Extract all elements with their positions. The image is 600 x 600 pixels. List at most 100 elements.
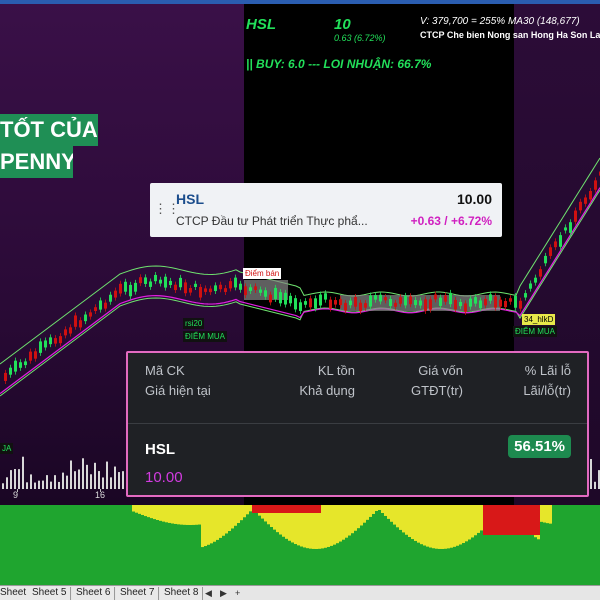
flow-bar-red [312, 505, 315, 513]
flow-bar-yellow [543, 505, 546, 523]
flow-bar-yellow [177, 505, 180, 525]
candle-body [184, 282, 187, 294]
flow-bar-green [51, 505, 54, 585]
candle-body [49, 337, 52, 345]
flow-bar-yellow [231, 505, 234, 529]
flow-bar-green [63, 505, 66, 585]
flow-bar-green [138, 505, 141, 585]
flow-bar-green [99, 505, 102, 585]
candle-body [574, 210, 577, 222]
volume-bar [98, 471, 100, 489]
header-gia-von: Giá vốn [418, 363, 463, 378]
candle-body [269, 294, 272, 303]
portfolio-panel: Mã CK Giá hiện tại KL tồn Khả dụng Giá v… [126, 351, 589, 497]
candle-body [529, 283, 532, 289]
flow-bar-yellow [450, 505, 453, 548]
candle-body [459, 301, 462, 307]
flow-bar-red [285, 505, 288, 513]
candle-body [14, 360, 17, 372]
flow-bar-red [300, 505, 303, 513]
candle-body [439, 297, 442, 306]
flow-bar-green [570, 505, 573, 585]
sheet-tab-8[interactable]: Sheet 8 [160, 587, 204, 600]
volume-bar [22, 456, 24, 489]
flow-bar-red [510, 505, 513, 535]
candle-body [199, 286, 202, 298]
chart-screen: HSL 10 0.63 (6.72%) V: 379,700 = 255% MA… [0, 0, 600, 600]
flow-bar-green [126, 505, 129, 585]
flow-bar-green [60, 505, 63, 585]
candle-body [514, 295, 517, 308]
candle-body [504, 301, 507, 308]
header-ma-ck: Mã CK [145, 363, 185, 378]
flow-bar-green [3, 505, 6, 585]
flow-bar-yellow [138, 505, 141, 514]
flow-bar-red [537, 505, 540, 535]
flow-bar-green [114, 505, 117, 585]
flow-bar-red [261, 505, 264, 513]
flow-bar-green [81, 505, 84, 585]
flow-bar-yellow [144, 505, 147, 517]
candle-body [44, 340, 47, 348]
flow-bar-yellow [246, 505, 249, 515]
flow-bar-yellow [195, 505, 198, 525]
scroll-left-icon[interactable]: ◀ [205, 587, 212, 599]
chart-price: 10 [334, 16, 351, 33]
candle-body [4, 372, 7, 381]
flow-bar-green [0, 505, 3, 585]
window-top-strip [0, 0, 600, 4]
candle-body [344, 302, 347, 311]
flow-bar-green [585, 505, 588, 585]
flow-bar-green [573, 505, 576, 585]
candle-body [534, 277, 537, 283]
candle-body [189, 288, 192, 293]
candle-body [64, 329, 67, 336]
volume-bar [26, 482, 28, 489]
flow-bar-yellow [459, 505, 462, 545]
flow-bar-yellow [192, 505, 195, 525]
flow-bar-green [582, 505, 585, 585]
candle-body [429, 299, 432, 310]
flow-bar-green [72, 505, 75, 585]
flow-bar-yellow [438, 505, 441, 549]
flow-bar-yellow [480, 505, 483, 531]
flow-bar-green [135, 505, 138, 585]
candle-body [104, 302, 107, 309]
volume-info: V: 379,700 = 255% MA30 (148,677) [420, 16, 580, 27]
flow-bar-green [78, 505, 81, 585]
flow-bar-yellow [453, 505, 456, 547]
flow-bar-yellow [234, 505, 237, 526]
flow-bar-yellow [345, 505, 348, 538]
candle-body [354, 297, 357, 307]
stock-info-card[interactable]: ⋮⋮ HSL 10.00 CTCP Đầu tư Phát triển Thực… [150, 183, 502, 237]
add-sheet-icon[interactable]: + [235, 587, 240, 599]
header-gia-hien-tai: Giá hiện tại [145, 383, 211, 398]
flow-bar-yellow [228, 505, 231, 532]
candle-body [329, 299, 332, 309]
scroll-right-icon[interactable]: ▶ [220, 587, 227, 599]
flow-bar-yellow [153, 505, 156, 520]
candle-body [299, 302, 302, 312]
candle-body [159, 279, 162, 284]
flow-bar-red [279, 505, 282, 513]
flow-bar-green [102, 505, 105, 585]
flow-bar-yellow [207, 505, 210, 545]
volume-bar [590, 459, 592, 489]
x-tick-label: 16 [95, 490, 106, 500]
candle-body [219, 284, 222, 290]
volume-bar [38, 480, 40, 489]
sheet-tab-5[interactable]: Sheet 5 [28, 587, 72, 600]
candle-body [319, 294, 322, 306]
candle-body [314, 298, 317, 309]
volume-bar [94, 462, 96, 489]
sheet-tab-7[interactable]: Sheet 7 [116, 587, 160, 600]
flow-bar-red [495, 505, 498, 535]
flow-bar-green [369, 505, 372, 585]
volume-bar [30, 474, 32, 489]
portfolio-row-ticker[interactable]: HSL [145, 441, 175, 458]
flow-bar-yellow [375, 505, 378, 511]
flow-bar-green [375, 505, 378, 585]
flow-bar-red [276, 505, 279, 513]
sheet-tab-6[interactable]: Sheet 6 [72, 587, 116, 600]
flow-bar-green [372, 505, 375, 585]
